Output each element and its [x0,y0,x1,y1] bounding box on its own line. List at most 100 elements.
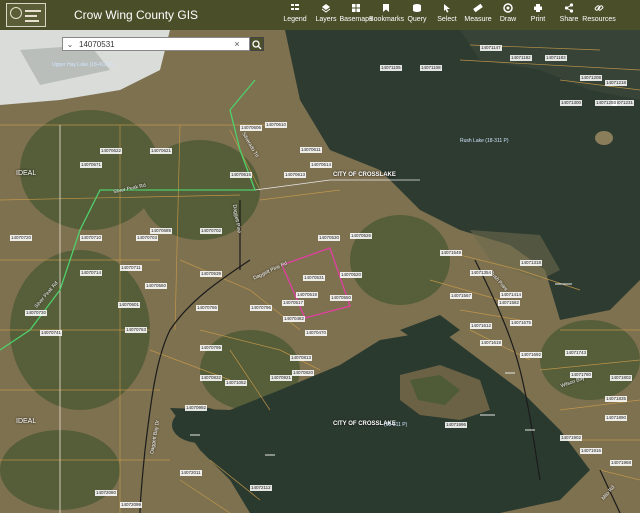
parcel-number-label: 14071567 [450,293,473,299]
parcel-number-label: 14070671 [80,162,103,168]
bookmarks-label: Bookmarks [369,16,405,23]
layers-button[interactable]: Layers [309,3,343,23]
parcel-number-label: 14072112 [250,485,272,491]
parcel-number-label: 14070813 [290,355,313,361]
parcel-number-label: 14071780 [570,372,593,378]
parcel-number-label: 14070720 [10,235,33,241]
parcel-number-label: 14071968 [610,460,633,466]
parcel-number-label: 14070832 [200,375,223,381]
parcel-number-label: 14070786 [196,305,219,311]
parcel-number-label: 14070703 [136,235,159,241]
parcel-number-label: 14070820 [292,370,315,376]
basemaps-icon [352,4,360,12]
select-button[interactable]: Select [430,3,464,23]
parcel-number-label: 14071612 [470,323,493,329]
parcel-number-label: 14071318 [520,260,543,266]
parcel-number-label: 14070689 [150,228,173,234]
parcel-number-label: 14070606 [240,125,263,131]
township-label-north: IDEAL [16,170,37,177]
print-button[interactable]: Print [521,3,555,23]
parcel-number-label: 14070992 [185,405,208,411]
parcel-number-label: 14071293 [595,100,618,106]
parcel-number-label: 14071218 [605,80,628,86]
layers-label: Layers [315,16,337,23]
draw-label: Draw [499,16,517,23]
layers-icon [321,4,331,13]
parcel-number-label: 14071549 [440,250,463,256]
share-button[interactable]: Share [552,3,586,23]
resources-button[interactable]: Resources [582,3,616,23]
measure-button[interactable]: Measure [461,3,495,23]
bookmarks-button[interactable]: Bookmarks [369,3,405,23]
parcel-number-label: 14071105 [380,65,402,71]
parcel-number-label: 14070615 [230,172,253,178]
resources-icon [594,5,604,11]
parcel-number-label: 14071414 [500,292,523,298]
parcel-number-label: 14071147 [480,45,502,51]
draw-button[interactable]: Draw [491,3,525,23]
parcel-number-label: 14071890 [605,415,628,421]
select-label: Select [437,16,457,23]
parcel-number-label: 14072011 [180,470,202,476]
parcel-number-label: 14070741 [40,330,63,336]
parcel-number-label: 14070714 [80,270,103,276]
parcel-number-label: 14071996 [445,422,468,428]
parcel-number-label: 14070531 [303,275,326,281]
parcel-number-label: 14071582 [498,300,521,306]
parcel-number-label: 14072099 [120,502,143,508]
parcel-number-label: 14070921 [270,375,293,381]
draw-icon [503,3,513,13]
county-logo [6,3,46,27]
search-box[interactable]: ⌄ × [62,37,250,51]
share-icon [564,3,574,13]
lake-label-east: Rush Lake (18-311 P) [460,138,509,144]
parcel-number-label: 14071619 [480,340,503,346]
parcel-number-label: 14071052 [225,380,248,386]
parcel-number-label: 14070520 [340,272,363,278]
query-icon [413,4,421,12]
query-label: Query [407,16,427,23]
map-view[interactable]: CITY OF CROSSLAKE CITY OF CROSSLAKE IDEA… [0,30,640,513]
parcel-number-label: 14071835 [605,396,628,402]
parcel-number-label: 14070730 [25,310,48,316]
parcel-number-label: 14070550 [330,295,353,301]
parcel-number-label: 14071183 [545,55,567,61]
print-icon [534,4,542,12]
search-input[interactable] [77,39,231,49]
legend-button[interactable]: Legend [278,3,312,23]
city-label-north: CITY OF CROSSLAKE [333,172,396,178]
parcel-number-label: 14070621 [150,148,173,154]
parcel-number-label: 14071300 [560,100,583,106]
basemaps-button[interactable]: Basemaps [339,3,373,23]
parcel-number-label: 14071182 [510,55,532,61]
measure-label: Measure [464,16,492,23]
parcel-number-label: 14071902 [560,435,583,441]
parcel-number-label: 14070710 [80,235,103,241]
parcel-number-label: 14072080 [95,490,118,496]
print-label: Print [530,16,546,23]
share-label: Share [559,16,579,23]
parcel-number-label: 14070795 [200,345,223,351]
parcel-number-label: 14070601 [118,302,141,308]
measure-icon [473,3,483,13]
app-header: Crow Wing County GIS Legend Layers Basem… [0,0,640,30]
parcel-number-label: 14070526 [350,233,373,239]
basemaps-label: Basemaps [339,16,373,23]
chevron-down-icon[interactable]: ⌄ [63,40,77,49]
parcel-number-label: 14070517 [282,300,305,306]
legend-label: Legend [283,16,307,23]
parcel-number-label: 14071802 [610,375,633,381]
parcel-number-label: 14070611 [300,147,322,153]
parcel-number-label: 14070613 [284,172,307,178]
township-label-south: IDEAL [16,418,37,425]
parcel-number-label: 14070560 [145,283,168,289]
parcel-number-label: 14071354 [470,270,493,276]
search-icon [252,40,262,50]
parcel-number-label: 14070470 [305,330,328,336]
app-title: Crow Wing County GIS [74,8,199,22]
close-icon[interactable]: × [231,39,243,49]
parcel-number-label: 14070702 [200,228,223,234]
query-button[interactable]: Query [400,3,434,23]
search-button[interactable] [250,37,264,51]
lake-label-south: (18-311 P) [384,422,408,428]
